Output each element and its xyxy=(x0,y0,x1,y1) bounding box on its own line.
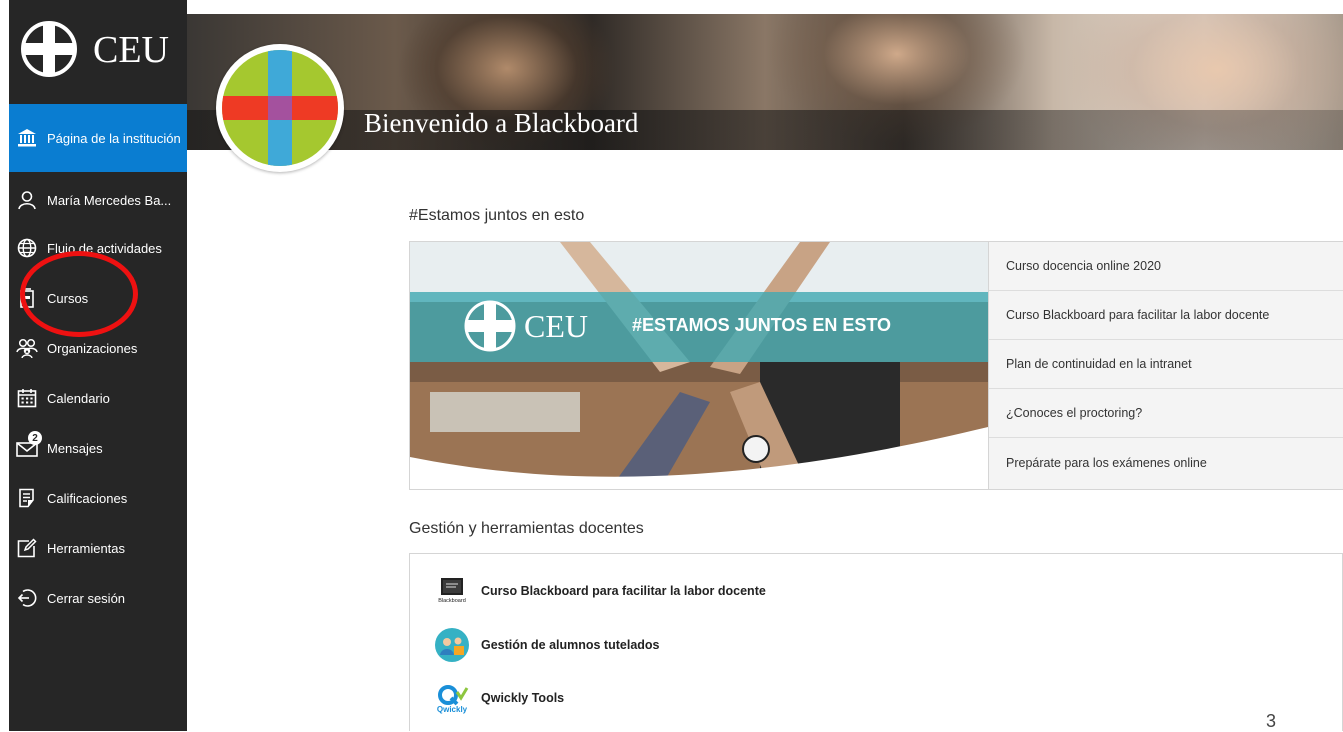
sidebar-item-grades[interactable]: Calificaciones xyxy=(9,474,187,522)
featured-image[interactable]: CEU #ESTAMOS JUNTOS EN ESTO xyxy=(410,242,988,489)
tools-panel: Blackboard Curso Blackboard para facilit… xyxy=(409,553,1343,731)
page-number: 3 xyxy=(1266,711,1277,731)
sidebar-item-user[interactable]: María Mercedes Ba... xyxy=(9,176,187,224)
ceu-cross-icon xyxy=(21,21,77,77)
institution-icon xyxy=(16,127,38,149)
welcome-banner xyxy=(187,14,1343,150)
institution-logo xyxy=(216,44,344,172)
globe-icon xyxy=(16,237,38,259)
sidebar-item-calendar[interactable]: Calendario xyxy=(9,374,187,422)
featured-links-list: Curso docencia online 2020 Curso Blackbo… xyxy=(988,242,1343,489)
tool-item-label: Gestión de alumnos tutelados xyxy=(481,638,660,652)
sidebar: CEU Página de la institución María Merce… xyxy=(9,0,187,731)
banner-title-strip xyxy=(187,110,1343,150)
featured-link[interactable]: ¿Conoces el proctoring? xyxy=(989,389,1343,438)
sidebar-item-label: Herramientas xyxy=(47,540,126,556)
featured-link[interactable]: Curso Blackboard para facilitar la labor… xyxy=(989,291,1343,340)
sidebar-item-label: Calificaciones xyxy=(47,490,128,506)
courses-icon xyxy=(16,287,38,309)
qwickly-icon-text: Qwickly xyxy=(436,705,468,714)
tools-section-title: Gestión y herramientas docentes xyxy=(409,520,644,537)
logo-text: CEU xyxy=(93,29,169,71)
sidebar-item-logout[interactable]: Cerrar sesión xyxy=(9,574,187,622)
students-icon xyxy=(434,628,470,662)
featured-section-title: #Estamos juntos en esto xyxy=(409,207,585,224)
qwickly-icon: Qwickly xyxy=(434,681,470,715)
tool-item-qwickly[interactable]: Qwickly Qwickly Tools xyxy=(434,681,564,715)
sidebar-item-label: Calendario xyxy=(47,390,110,406)
organizations-icon xyxy=(16,337,38,359)
sidebar-item-courses[interactable]: Cursos xyxy=(9,274,187,322)
sidebar-item-institution-page[interactable]: Página de la institución xyxy=(9,104,187,172)
featured-link[interactable]: Curso docencia online 2020 xyxy=(989,242,1343,291)
logout-icon xyxy=(16,587,38,609)
sidebar-item-activity-stream[interactable]: Flujo de actividades xyxy=(9,224,187,272)
ceu-logo[interactable]: CEU xyxy=(9,14,187,86)
calendar-icon xyxy=(16,387,38,409)
grades-icon xyxy=(16,487,38,509)
institution-cross-logo-icon xyxy=(222,50,338,166)
featured-link[interactable]: Plan de continuidad en la intranet xyxy=(989,340,1343,389)
sidebar-item-label: Cursos xyxy=(47,290,89,306)
sidebar-item-tools[interactable]: Herramientas xyxy=(9,524,187,572)
sidebar-item-label: Organizaciones xyxy=(47,340,138,356)
tool-item-blackboard-course[interactable]: Blackboard Curso Blackboard para facilit… xyxy=(434,574,766,608)
featured-image-caption: #ESTAMOS JUNTOS EN ESTO xyxy=(632,315,892,335)
featured-image-logo-text: CEU xyxy=(524,308,588,344)
blackboard-icon-text: Blackboard xyxy=(438,598,466,604)
featured-panel: CEU #ESTAMOS JUNTOS EN ESTO Curso docenc… xyxy=(409,241,1343,490)
banner-title: Bienvenido a Blackboard xyxy=(364,108,639,138)
tool-item-tutored-students[interactable]: Gestión de alumnos tutelados xyxy=(434,628,660,662)
sidebar-item-organizations[interactable]: Organizaciones xyxy=(9,324,187,372)
teamwork-hands-image xyxy=(410,242,988,489)
sidebar-item-label: Flujo de actividades xyxy=(47,240,162,256)
user-icon xyxy=(16,189,38,211)
featured-link[interactable]: Prepárate para los exámenes online xyxy=(989,438,1343,487)
sidebar-item-label: María Mercedes Ba... xyxy=(47,192,172,208)
sidebar-item-label: Mensajes xyxy=(47,440,103,456)
sidebar-item-messages[interactable]: 2 Mensajes xyxy=(9,424,187,472)
tool-item-label: Curso Blackboard para facilitar la labor… xyxy=(481,584,766,598)
unread-badge: 2 xyxy=(28,431,42,445)
sidebar-item-label: Cerrar sesión xyxy=(47,590,126,606)
sidebar-item-label: Página de la institución xyxy=(47,130,181,146)
tool-item-label: Qwickly Tools xyxy=(481,691,565,705)
blackboard-icon: Blackboard xyxy=(434,574,470,608)
tools-icon xyxy=(16,537,38,559)
